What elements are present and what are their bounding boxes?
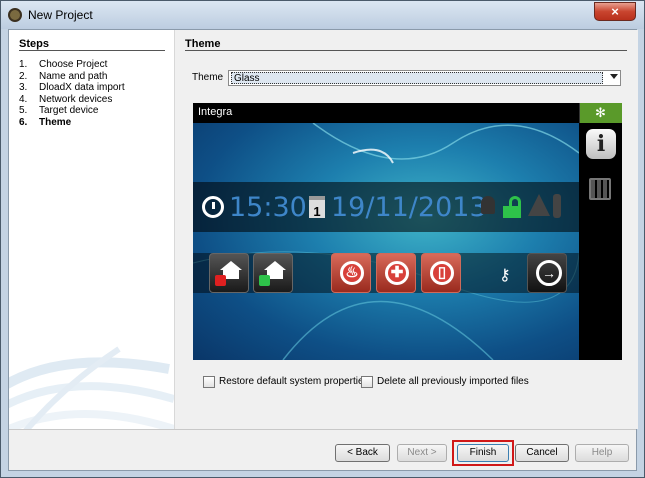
warning-icon [528,194,550,216]
step-item: 3. DloadX data import [19,82,125,94]
restore-defaults-checkbox[interactable] [203,376,215,388]
wizard-body: Steps 1. Choose Project 2. Name and path 3… [8,29,638,471]
step-item: 4. Network devices [19,93,113,105]
step-item: 1. Choose Project [19,59,108,70]
door-icon: ▯ [430,261,454,285]
steps-panel: Steps 1. Choose Project 2. Name and path 3… [9,30,175,429]
title-divider [185,50,627,51]
chevron-down-icon[interactable] [610,74,618,79]
arm-house-tile [209,253,249,293]
close-button[interactable]: × [594,2,636,21]
exit-icon: → [536,260,562,286]
snowflake-icon: ✻ [595,105,606,120]
delete-imported-label[interactable]: Delete all previously imported files [377,376,529,388]
decorative-swoosh [9,346,174,429]
preview-status-bar: 15:30 1 19/11/2013 [193,182,579,232]
theme-preview: Integra ✻ 15:30 1 19/11/2013 ♨ ✚ ▯ ⚷ → i [193,103,622,360]
preview-sidebar: i [579,123,622,360]
step-item-active: 6. Theme [19,116,72,128]
fire-alarm-tile: ♨ [331,253,371,293]
title-bar[interactable]: New Project × [1,1,644,29]
preview-action-bar: ♨ ✚ ▯ ⚷ → [193,253,579,293]
fire-icon: ♨ [340,261,364,285]
steps-header: Steps [19,38,49,50]
finish-button[interactable]: Finish [457,444,509,462]
step-item: 5. Target device [19,105,99,117]
calculator-icon [589,178,611,200]
exit-tile: → [527,253,567,293]
preview-status-tile: ✻ [579,103,622,123]
restore-defaults-label[interactable]: Restore default system properties [219,376,369,388]
app-icon [8,8,22,22]
theme-dropdown-value: Glass [231,72,603,84]
clock-icon [202,196,224,218]
bell-icon [481,196,495,214]
green-lock-icon [259,275,270,286]
medical-alarm-tile: ✚ [376,253,416,293]
back-button[interactable]: < Back [335,444,390,462]
page-title: Theme [185,38,221,50]
cancel-button[interactable]: Cancel [515,444,569,462]
button-divider [9,429,636,430]
delete-imported-checkbox[interactable] [361,376,373,388]
preview-header: Integra [193,103,579,123]
theme-label: Theme [192,72,224,83]
new-project-window: New Project × Steps 1. Choose Project 2. N… [0,0,645,478]
help-button[interactable]: Help [575,444,629,462]
window-title: New Project [28,8,93,22]
preview-title: Integra [198,106,233,118]
disarm-house-tile [253,253,293,293]
glass-swirl-decoration [193,123,579,360]
preview-background: 15:30 1 19/11/2013 ♨ ✚ ▯ ⚷ → [193,123,579,360]
preview-time: 15:30 [229,192,307,223]
theme-panel: Theme Theme Glass Integra ✻ 15:30 1 19/1… [175,30,638,429]
steps-divider [19,50,165,51]
next-button[interactable]: Next > [397,444,447,462]
key-icon: ⚷ [499,267,511,284]
calendar-icon: 1 [309,196,325,219]
finish-highlight: Finish [452,440,514,466]
panic-alarm-tile: ▯ [421,253,461,293]
theme-dropdown[interactable]: Glass [228,70,621,86]
wrench-icon [553,194,561,218]
preview-date: 19/11/2013 [331,192,487,223]
info-icon: i [586,129,616,159]
medical-icon: ✚ [385,261,409,285]
steps-list: 1. Choose Project 2. Name and path 3. Dload… [19,59,125,129]
step-item: 2. Name and path [19,70,108,82]
red-lock-icon [215,275,226,286]
unlocked-icon [503,196,523,218]
